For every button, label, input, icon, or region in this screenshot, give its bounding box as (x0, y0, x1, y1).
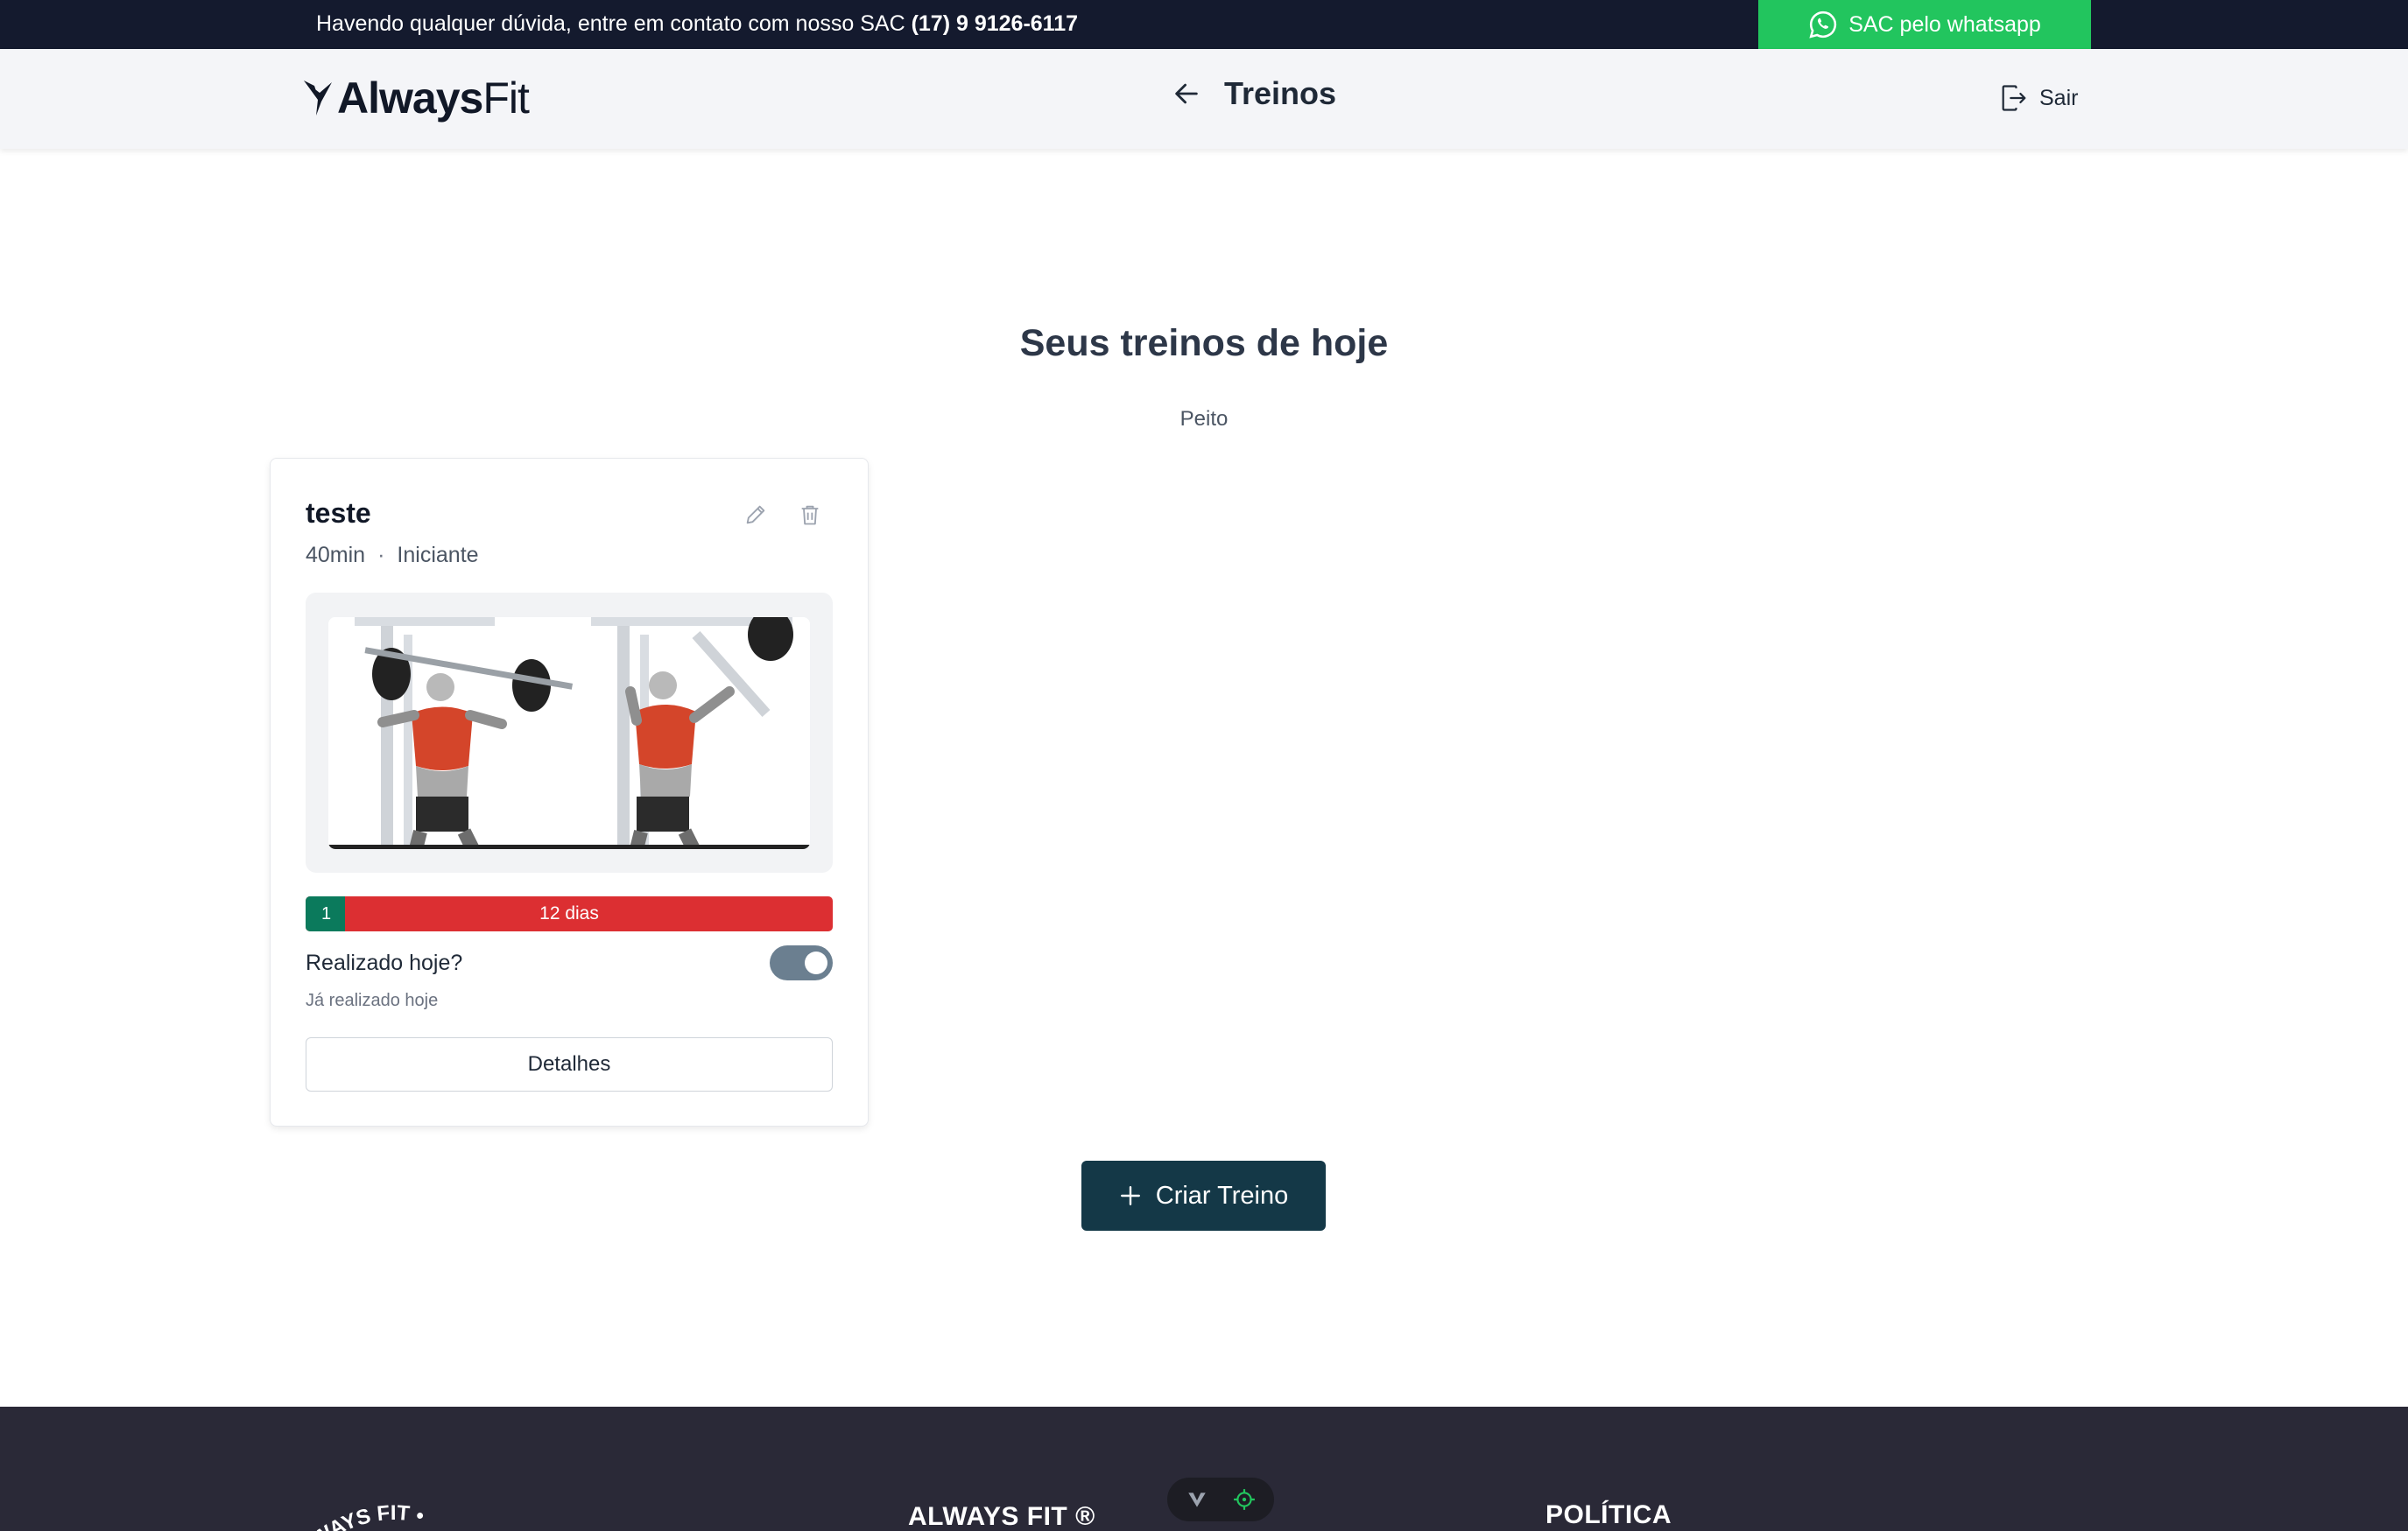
top-contact-bar: Havendo qualquer dúvida, entre em contat… (0, 0, 2408, 49)
logo-text-light: Fit (482, 74, 530, 123)
footer-badge-text: WAYS FIT • (308, 1501, 426, 1531)
logo-text: AlwaysFit (337, 73, 530, 123)
workout-meta: 40min · Iniciante (306, 543, 479, 568)
logout-button[interactable]: Sair (2001, 84, 2078, 112)
page-nav: Treinos (1172, 75, 1336, 112)
meta-separator: · (377, 543, 385, 567)
workout-level: Iniciante (397, 543, 479, 567)
workout-duration: 40min (306, 543, 366, 567)
plus-icon (1120, 1186, 1140, 1205)
edit-icon[interactable] (743, 502, 768, 527)
contact-phone: (17) 9 9126-6117 (911, 11, 1079, 36)
progress-remaining-label: 12 dias (539, 903, 599, 924)
details-button[interactable]: Detalhes (306, 1037, 833, 1092)
chest-fly-exercise-illustration (328, 617, 810, 849)
progress-completed-segment: 1 (306, 896, 346, 931)
done-today-row: Realizado hoje? (306, 945, 833, 980)
done-today-toggle[interactable] (770, 945, 833, 980)
done-today-note: Já realizado hoje (306, 991, 439, 1010)
whatsapp-button[interactable]: SAC pelo whatsapp (1758, 0, 2091, 49)
contact-message-text: Havendo qualquer dúvida, entre em contat… (316, 11, 905, 36)
section-subtitle: Peito (1179, 407, 1229, 431)
page-title: Treinos (1224, 75, 1337, 111)
create-workout-label: Criar Treino (1155, 1181, 1289, 1210)
streak-progress-bar: 12 dias 1 (306, 896, 833, 931)
svg-text:WAYS FIT •: WAYS FIT • (308, 1501, 426, 1531)
logo-mark-icon (304, 81, 332, 116)
done-today-label: Realizado hoje? (306, 951, 463, 975)
exercise-image (328, 617, 810, 849)
contact-message: Havendo qualquer dúvida, entre em contat… (316, 11, 1078, 37)
whatsapp-icon (1809, 11, 1837, 39)
logout-label: Sair (2039, 85, 2079, 110)
chevron-logo-icon[interactable] (1186, 1488, 1208, 1511)
workout-name: teste (306, 497, 371, 529)
footer-badge-logo: WAYS FIT • (308, 1501, 426, 1531)
create-workout-button[interactable]: Criar Treino (1081, 1161, 1326, 1231)
footer-brand-title: ALWAYS FIT ® (908, 1502, 1095, 1531)
footer-policy-title: POLÍTICA (1545, 1500, 1672, 1529)
logo-text-bold: Always (337, 74, 483, 123)
logo[interactable]: AlwaysFit (302, 72, 530, 124)
exercise-image-frame (306, 593, 833, 873)
app-header: AlwaysFit Treinos Sair (0, 49, 2408, 149)
whatsapp-label: SAC pelo whatsapp (1848, 11, 2041, 37)
floating-tool-pill[interactable] (1167, 1478, 1274, 1521)
section-title: Seus treinos de hoje (1019, 322, 1389, 364)
crosshair-icon[interactable] (1233, 1488, 1256, 1511)
trash-icon[interactable] (798, 502, 822, 527)
workout-card: teste 40min · Iniciante 12 dias 1 Realiz… (270, 458, 869, 1127)
toggle-knob (805, 952, 827, 974)
logout-icon (2002, 85, 2026, 111)
workout-actions (743, 502, 822, 527)
arrow-left-icon[interactable] (1172, 79, 1201, 109)
